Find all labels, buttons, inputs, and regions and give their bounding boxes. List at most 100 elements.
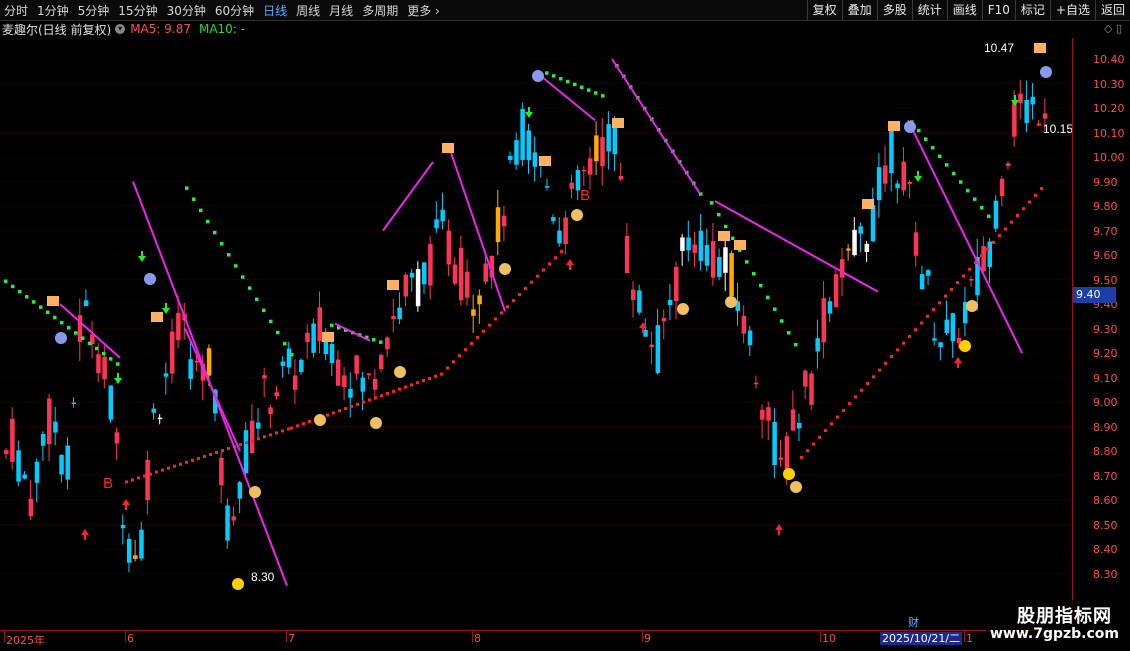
period-tab-8[interactable]: 月线 [329,2,353,19]
period-tab-6[interactable]: 日线 [263,2,287,19]
date-label: 6 [127,632,134,645]
candle-body [268,407,273,415]
date-label: 8 [474,632,481,645]
resistance-dot [185,186,189,190]
period-tab-9[interactable]: 多周期 [362,2,398,19]
candle-body [385,337,390,350]
toolbar-button-1[interactable]: 叠加 [841,0,877,20]
candle-body [606,124,611,152]
support-dot [986,247,989,251]
period-tab-1[interactable]: 1分钟 [37,2,69,19]
period-tab-2[interactable]: 5分钟 [78,2,110,19]
candle-body [415,269,421,307]
candle-body [194,360,200,363]
resistance-dot [283,341,287,346]
resistance-dot [759,283,763,288]
candle-body [10,418,15,462]
resistance-dot [552,74,556,78]
candle-body [342,375,347,388]
dropdown-icon[interactable]: ▾ [115,24,126,34]
ma5-label: MA5: 9.87 [130,22,191,36]
resistance-dot [987,214,991,219]
candle-body [299,359,304,373]
period-tab-0[interactable]: 分时 [4,2,28,19]
price-tick: 9.50 [1093,273,1118,287]
support-dot [137,476,140,480]
resistance-dot [4,279,8,283]
support-dot [245,441,248,445]
date-label: 2025年 [6,634,45,647]
candle-body [514,140,519,165]
candle-body [987,241,993,267]
candle-body [501,215,507,227]
candle-body [335,359,341,386]
candle-body [96,354,101,374]
resistance-dot [717,212,721,217]
candle-body [710,241,716,278]
resistance-dot [39,305,43,309]
resistance-dot [262,308,266,313]
toolbar-button-3[interactable]: 统计 [911,0,947,20]
trend-line [382,161,434,232]
toolbar-button-2[interactable]: 多股 [876,0,912,20]
resistance-dot [109,357,113,361]
panel-icon[interactable]: ▯ [1116,22,1122,35]
price-tick: 9.60 [1093,249,1118,262]
diamond-icon[interactable]: ◇ [1104,22,1112,35]
candle-body [587,158,593,175]
candle-body [766,407,771,421]
up-arrow-icon [81,529,89,540]
down-arrow-icon [914,171,922,182]
candle-body [667,299,673,306]
candle-body [969,279,974,281]
sad-face-icon [904,121,916,133]
support-dot [800,455,803,459]
toolbar-button-4[interactable]: 画线 [946,0,982,20]
date-label: 7 [288,632,295,645]
finance-marker[interactable]: 财 [908,614,919,630]
support-dot [932,308,935,312]
period-tab-5[interactable]: 60分钟 [215,2,254,19]
period-tab-7[interactable]: 周线 [296,2,320,19]
candle-body [852,229,857,256]
price-tick: 8.90 [1093,420,1118,434]
note-icon [862,199,874,209]
support-dot [512,299,515,303]
support-dot [275,431,278,435]
toolbar-button-0[interactable]: 复权 [806,0,842,20]
period-tab-3[interactable]: 15分钟 [118,2,157,19]
candle-body [569,182,575,189]
right-price-label: 10.15 [1043,122,1072,136]
period-tab-4[interactable]: 30分钟 [167,2,206,19]
candle-body [440,209,445,222]
resistance-dot [241,275,245,279]
down-arrow-icon [525,107,533,118]
candle-body [895,183,900,189]
candle-body [901,161,906,191]
money-bag-icon [966,300,978,312]
candle-body [169,331,175,374]
toolbar-button-7[interactable]: +自选 [1049,0,1095,20]
period-tab-10[interactable]: 更多 › [407,2,440,19]
support-dot [812,442,815,446]
candle-body [47,398,52,445]
candle-body [249,420,255,454]
candle-body [858,226,863,234]
support-dot [350,404,353,408]
kline-chart[interactable]: 10.47 8.30 10.15 B B [0,38,1072,630]
toolbar-button-5[interactable]: F10 [981,0,1015,20]
candle-body [157,417,163,420]
candle-body [686,237,691,251]
resistance-dot [601,94,605,98]
candle-body [286,348,292,368]
toolbar-button-6[interactable]: 标记 [1014,0,1050,20]
support-dot [239,443,242,447]
down-arrow-icon [114,373,122,384]
candle-body [471,309,476,316]
date-divider [964,630,965,642]
resistance-dot [545,71,549,75]
toolbar-button-8[interactable]: 返回 [1094,0,1130,20]
up-arrow-icon [122,499,130,510]
up-arrow-icon [954,357,962,368]
resistance-dot [199,208,203,213]
